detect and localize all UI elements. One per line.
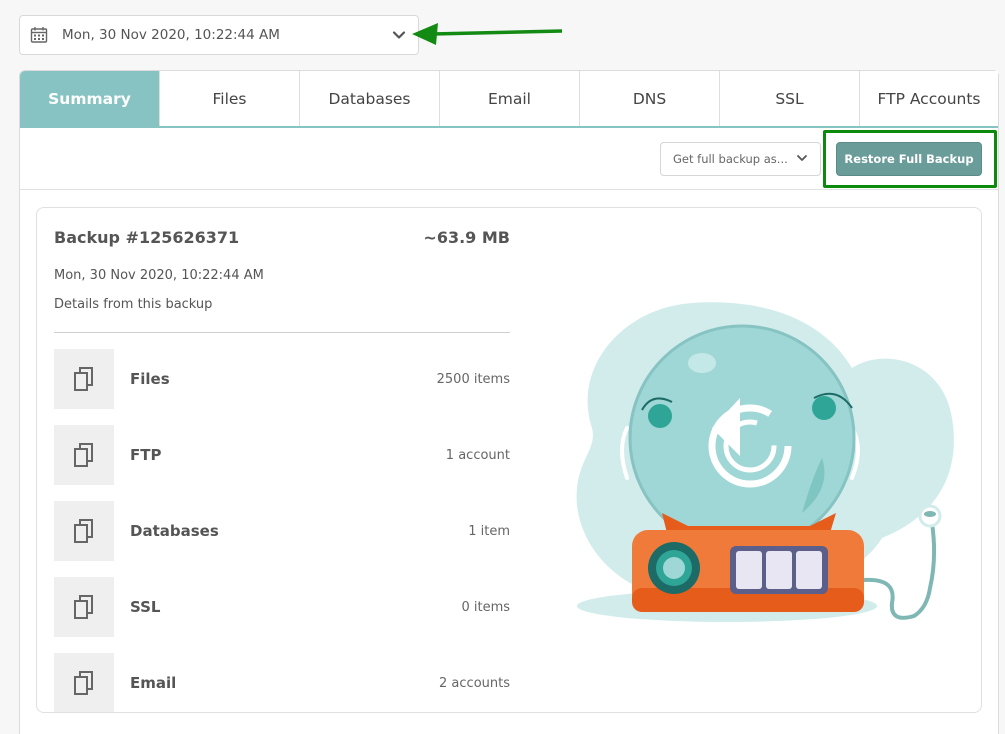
backup-machine-illustration	[576, 302, 954, 622]
backup-title: Backup #125626371	[54, 228, 240, 247]
restore-full-backup-button[interactable]: Restore Full Backup	[836, 142, 982, 176]
backup-size: ~63.9 MB	[423, 228, 510, 247]
list-item-databases: Databases 1 item	[54, 501, 510, 577]
item-count: 0 items	[461, 600, 510, 615]
chevron-down-icon	[796, 152, 808, 167]
list-item-files: Files 2500 items	[54, 349, 510, 425]
download-backup-label: Get full backup as...	[673, 152, 788, 166]
tab-ftp-accounts[interactable]: FTP Accounts	[860, 71, 998, 126]
item-name: Email	[130, 674, 177, 692]
backup-panel: Summary Files Databases Email DNS SSL FT…	[19, 70, 999, 734]
item-name: Databases	[130, 522, 219, 540]
list-item-ftp: FTP 1 account	[54, 425, 510, 501]
backup-details-label: Details from this backup	[54, 297, 213, 312]
list-item-email: Email 2 accounts	[54, 653, 510, 712]
item-count: 1 item	[468, 524, 510, 539]
item-count: 2 accounts	[439, 676, 510, 691]
toolbar: Get full backup as... Restore Full Backu…	[20, 128, 998, 190]
copy-icon	[54, 425, 114, 485]
item-name: SSL	[130, 598, 161, 616]
divider	[54, 332, 510, 333]
backup-date: Mon, 30 Nov 2020, 10:22:44 AM	[54, 268, 264, 283]
copy-icon	[54, 653, 114, 712]
backup-items-list: Files 2500 items FTP 1 account Databases…	[54, 349, 510, 712]
tab-bar: Summary Files Databases Email DNS SSL FT…	[20, 71, 998, 128]
item-count: 2500 items	[436, 372, 510, 387]
copy-icon	[54, 501, 114, 561]
tab-summary[interactable]: Summary	[20, 71, 160, 126]
backup-summary-card: Backup #125626371 ~63.9 MB Mon, 30 Nov 2…	[36, 207, 982, 713]
item-name: FTP	[130, 446, 162, 464]
tab-databases[interactable]: Databases	[300, 71, 440, 126]
download-backup-select[interactable]: Get full backup as...	[660, 142, 821, 176]
copy-icon	[54, 577, 114, 637]
item-count: 1 account	[445, 448, 510, 463]
annotation-arrow	[412, 23, 563, 45]
tab-ssl[interactable]: SSL	[720, 71, 860, 126]
copy-icon	[54, 349, 114, 409]
calendar-icon	[30, 25, 50, 45]
item-name: Files	[130, 370, 170, 388]
chevron-down-icon	[392, 27, 408, 43]
tab-files[interactable]: Files	[160, 71, 300, 126]
tab-dns[interactable]: DNS	[580, 71, 720, 126]
list-item-ssl: SSL 0 items	[54, 577, 510, 653]
backup-date-value: Mon, 30 Nov 2020, 10:22:44 AM	[62, 27, 280, 43]
backup-date-select[interactable]: Mon, 30 Nov 2020, 10:22:44 AM	[19, 15, 419, 55]
tab-email[interactable]: Email	[440, 71, 580, 126]
